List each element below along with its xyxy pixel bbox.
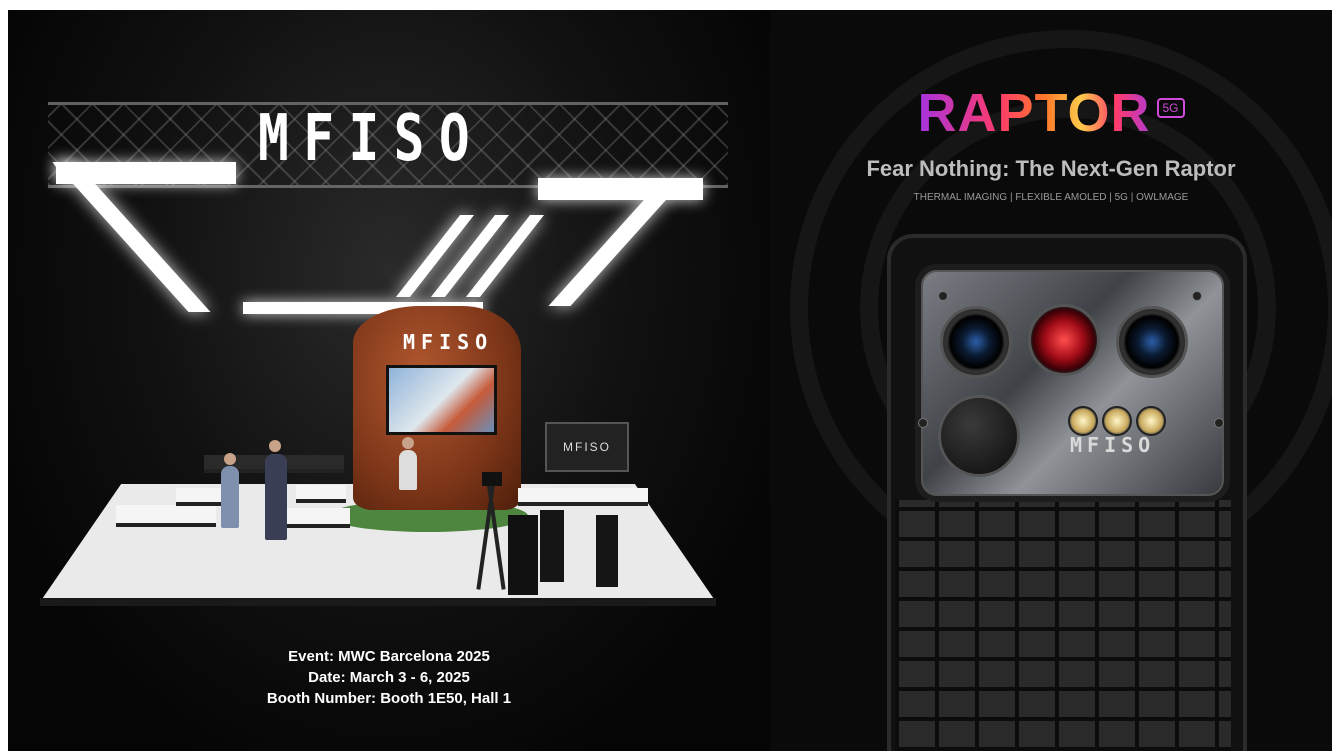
camera <box>482 472 502 486</box>
light-bar <box>465 215 545 297</box>
led-light <box>1068 406 1098 436</box>
display-table <box>518 488 648 502</box>
display-table <box>286 508 350 524</box>
pedestal <box>508 515 538 595</box>
pedestal <box>540 510 564 582</box>
pedestal <box>596 515 618 587</box>
screw <box>918 418 928 428</box>
display-table <box>116 505 216 523</box>
screw <box>938 291 948 301</box>
rock-logo: MFISO <box>403 330 494 354</box>
event-line: Event: MWC Barcelona 2025 <box>288 648 490 665</box>
date-line: Date: March 3 - 6, 2025 <box>308 669 470 686</box>
event-info: Event: MWC Barcelona 2025 Date: March 3 … <box>8 646 770 709</box>
module-logo: MFISO <box>1070 433 1156 457</box>
banner: MFISO MFISO MFISO Event: MWC Barcelona 2… <box>8 10 1332 751</box>
display-screen <box>386 365 497 435</box>
booth-line: Booth Number: Booth 1E50, Hall 1 <box>266 690 512 707</box>
person <box>399 450 417 490</box>
camera-lens <box>1116 306 1188 378</box>
light-bar <box>56 162 236 184</box>
person-head <box>402 437 414 449</box>
light-bar <box>71 182 211 312</box>
phone-grip-texture <box>895 500 1231 751</box>
screw <box>1214 418 1224 428</box>
product-tagline: Fear Nothing: The Next-Gen Raptor <box>866 156 1236 181</box>
person <box>221 466 239 528</box>
person <box>265 454 287 540</box>
light-bar <box>548 196 670 306</box>
led-light <box>1102 406 1132 436</box>
led-light <box>1136 406 1166 436</box>
badge-5g: 5G <box>1156 98 1185 118</box>
product-logo: RAPTOR 5G <box>770 82 1332 144</box>
person-head <box>269 440 281 452</box>
light-bar <box>538 178 703 200</box>
ceiling-logo: MFISO <box>258 102 485 176</box>
product-panel: RAPTOR 5G Fear Nothing: The Next-Gen Rapt… <box>770 10 1332 751</box>
screw <box>1192 291 1202 301</box>
person-head <box>224 453 236 465</box>
booth-render: MFISO MFISO MFISO Event: MWC Barcelona 2… <box>8 10 770 751</box>
stage-edge <box>40 598 716 606</box>
camera-lens <box>940 306 1012 378</box>
thermal-lens <box>1028 304 1100 376</box>
display-table <box>296 485 346 499</box>
booth-monitor: MFISO <box>545 422 629 472</box>
product-name: RAPTOR <box>917 83 1151 143</box>
product-features: THERMAL IMAGING | FLEXIBLE AMOLED | 5G |… <box>913 192 1189 203</box>
flash-button <box>938 395 1020 477</box>
